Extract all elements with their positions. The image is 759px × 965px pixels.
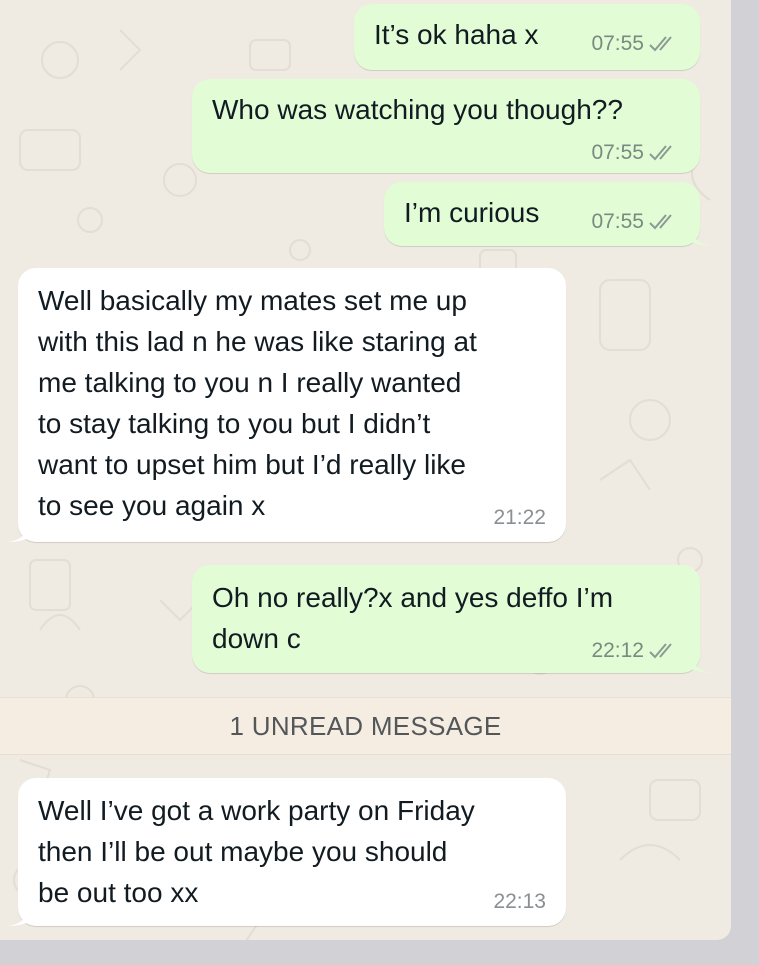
message-time: 07:55 — [591, 32, 644, 55]
message-time: 07:55 — [591, 141, 644, 164]
incoming-message-bubble[interactable]: Well basically my mates set me up with t… — [18, 268, 566, 542]
bubble-tail — [688, 222, 712, 246]
bubble-tail — [8, 518, 32, 542]
message-text: Well I’ve got a work party on Friday the… — [38, 795, 475, 908]
unread-messages-divider: 1 UNREAD MESSAGE — [0, 697, 731, 755]
message-text: Well basically my mates set me up with t… — [38, 285, 477, 521]
bubble-tail — [688, 649, 712, 673]
message-meta: 22:13 — [493, 890, 546, 914]
message-meta: 07:55 — [591, 210, 680, 234]
read-ticks-icon — [649, 36, 672, 52]
outgoing-message-bubble[interactable]: Oh no really?x and yes deffo I’m down c … — [192, 565, 700, 673]
outgoing-message-bubble[interactable]: I’m curious 07:55 — [384, 182, 700, 246]
chat-area[interactable]: It’s ok haha x 07:55 Who was watching yo… — [0, 0, 731, 940]
unread-count-label: 1 UNREAD MESSAGE — [229, 710, 502, 741]
message-meta: 21:22 — [493, 506, 546, 530]
message-time: 22:12 — [591, 639, 644, 662]
message-time: 21:22 — [493, 506, 546, 529]
outgoing-message-bubble[interactable]: Who was watching you though?? 07:55 — [192, 79, 700, 173]
message-text: Who was watching you though?? — [212, 94, 623, 125]
message-time: 22:13 — [493, 890, 546, 913]
message-text: Oh no really?x and yes deffo I’m down c — [212, 582, 614, 654]
outgoing-message-bubble[interactable]: It’s ok haha x 07:55 — [354, 4, 700, 70]
read-ticks-icon — [649, 643, 672, 659]
message-time: 07:55 — [591, 210, 644, 233]
incoming-message-bubble[interactable]: Well I’ve got a work party on Friday the… — [18, 778, 566, 926]
message-meta: 22:12 — [591, 639, 680, 663]
message-text: I’m curious — [404, 197, 540, 228]
message-meta: 07:55 — [591, 141, 680, 165]
bubble-tail — [8, 902, 32, 926]
read-ticks-icon — [649, 214, 672, 230]
read-ticks-icon — [649, 145, 672, 161]
message-text: It’s ok haha x — [374, 19, 539, 50]
message-meta: 07:55 — [591, 32, 680, 56]
